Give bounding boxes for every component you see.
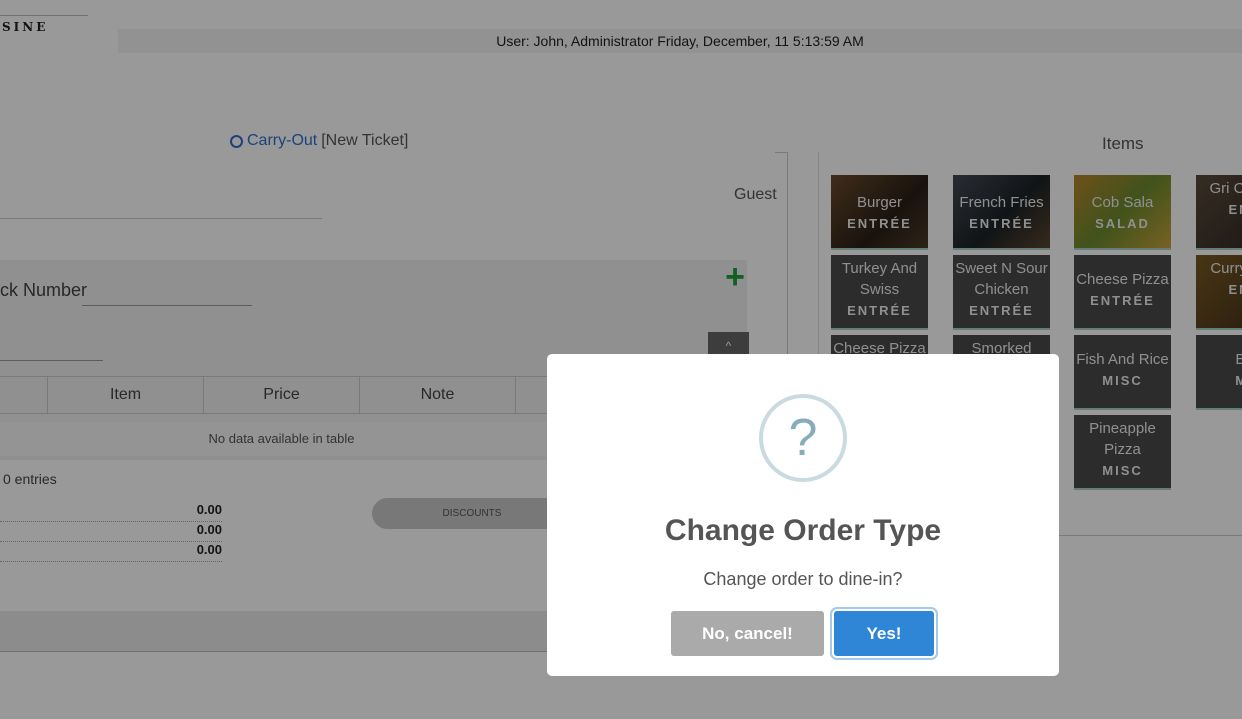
dialog-text: Change order to dine-in? xyxy=(703,569,903,589)
confirm-button[interactable]: Yes! xyxy=(834,611,934,656)
dialog-title: Change Order Type xyxy=(664,514,942,547)
question-icon: ? xyxy=(759,394,847,482)
cancel-button[interactable]: No, cancel! xyxy=(671,611,824,656)
change-order-type-dialog: ? Change Order Type Change order to dine… xyxy=(547,354,1059,676)
